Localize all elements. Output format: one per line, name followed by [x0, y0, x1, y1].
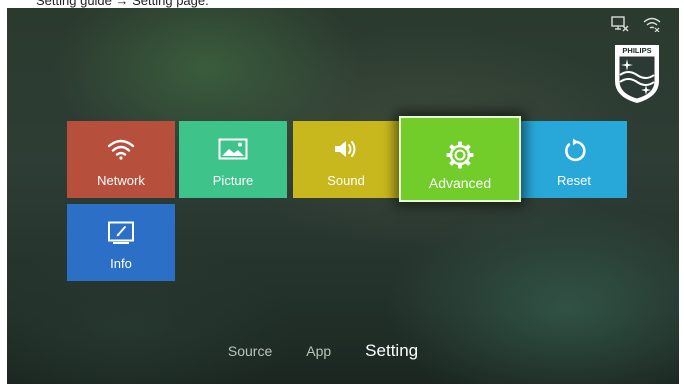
wifi-off-icon [643, 16, 661, 32]
tile-info[interactable]: Info [67, 204, 175, 281]
tile-sound-label: Sound [327, 173, 365, 188]
bottom-nav: Source App Setting [7, 341, 679, 371]
philips-logo: PHILIPS [615, 45, 659, 103]
tile-reset-label: Reset [557, 173, 591, 188]
picture-icon [218, 138, 248, 163]
projector-home-screen: PHILIPS Network Picture Sound Advanced R… [7, 8, 679, 384]
tile-sound[interactable]: Sound [293, 121, 399, 198]
svg-text:PHILIPS: PHILIPS [622, 46, 651, 55]
tile-picture-label: Picture [212, 173, 254, 188]
nav-app[interactable]: App [306, 343, 331, 359]
info-screen-icon [107, 221, 135, 248]
page-caption: Setting guide → Setting page. [36, 0, 209, 8]
tile-info-label: Info [110, 256, 132, 271]
nav-setting[interactable]: Setting [365, 341, 418, 361]
tile-picture[interactable]: Picture [179, 121, 287, 198]
gear-icon [445, 140, 475, 173]
nav-source[interactable]: Source [228, 343, 272, 359]
tile-network-label: Network [97, 173, 145, 188]
display-x-icon [611, 16, 629, 32]
speaker-icon [331, 138, 361, 163]
reset-icon [561, 138, 587, 167]
tile-network[interactable]: Network [67, 121, 175, 198]
wifi-icon [107, 138, 135, 163]
tile-reset[interactable]: Reset [521, 121, 627, 198]
status-bar [611, 16, 661, 32]
tile-advanced[interactable]: Advanced [399, 116, 521, 202]
tile-advanced-label: Advanced [428, 175, 492, 191]
